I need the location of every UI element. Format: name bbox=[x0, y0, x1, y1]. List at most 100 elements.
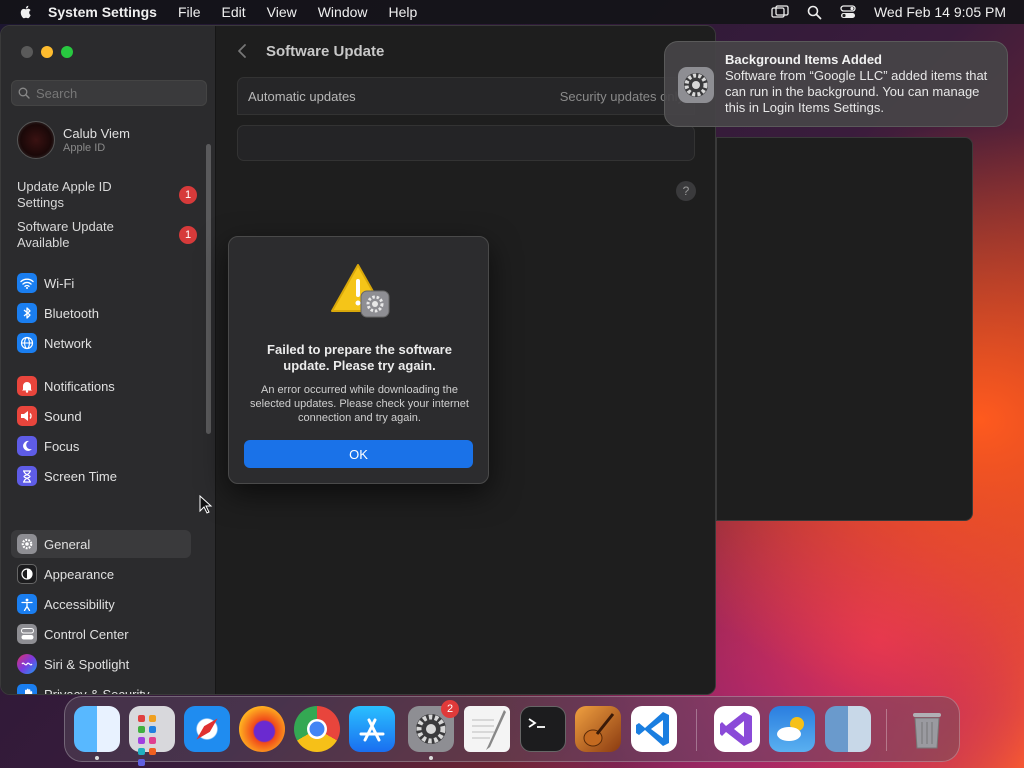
menu-help[interactable]: Help bbox=[389, 4, 418, 20]
dock-garageband-icon[interactable] bbox=[575, 706, 621, 752]
hourglass-icon bbox=[17, 466, 37, 486]
window-controls bbox=[21, 46, 73, 58]
gear-icon bbox=[17, 534, 37, 554]
menu-view[interactable]: View bbox=[267, 4, 297, 20]
spotlight-search-icon[interactable] bbox=[807, 5, 822, 20]
sidebar-item-label: General bbox=[44, 536, 91, 552]
dock-weather-icon[interactable] bbox=[769, 706, 815, 752]
dock-firefox-icon[interactable] bbox=[239, 706, 285, 752]
notification-badge: 1 bbox=[179, 226, 197, 244]
notice-label: Update Apple ID Settings bbox=[17, 179, 112, 210]
control-center-icon bbox=[17, 624, 37, 644]
sidebar-item-label: Sound bbox=[44, 408, 82, 424]
search-input[interactable] bbox=[36, 85, 196, 101]
sidebar-item-screen-time[interactable]: Screen Time bbox=[11, 462, 191, 490]
dock-app-store-icon[interactable] bbox=[349, 706, 395, 752]
system-settings-gear-icon bbox=[678, 67, 714, 103]
sidebar-item-label: Screen Time bbox=[44, 468, 117, 484]
warning-icon bbox=[331, 264, 390, 318]
sidebar-item-appearance[interactable]: Appearance bbox=[11, 560, 191, 588]
bluetooth-icon bbox=[17, 303, 37, 323]
avatar bbox=[17, 121, 55, 159]
dock-separator bbox=[696, 709, 697, 751]
sidebar-item-sound[interactable]: Sound bbox=[11, 402, 191, 430]
running-indicator bbox=[429, 756, 433, 760]
menu-app-name[interactable]: System Settings bbox=[48, 4, 157, 20]
dock-textedit-icon[interactable] bbox=[464, 706, 510, 752]
screen-mirroring-icon[interactable] bbox=[771, 5, 789, 19]
dock-vscode-icon[interactable] bbox=[631, 706, 677, 752]
alert-title: Failed to prepare the software update. P… bbox=[267, 342, 452, 373]
account-name: Calub Viem bbox=[63, 126, 130, 141]
dock-preview-icon[interactable] bbox=[825, 706, 871, 752]
notice-label: Software Update Available bbox=[17, 219, 114, 250]
back-chevron-icon[interactable] bbox=[237, 43, 247, 59]
sidebar-item-accessibility[interactable]: Accessibility bbox=[11, 590, 191, 618]
sidebar: Calub Viem Apple ID Update Apple ID Sett… bbox=[1, 26, 216, 694]
sidebar-search bbox=[11, 80, 207, 106]
help-button[interactable]: ? bbox=[676, 181, 696, 201]
control-center-icon[interactable] bbox=[840, 5, 856, 19]
dock-trash-icon[interactable] bbox=[904, 706, 950, 752]
sidebar-item-network[interactable]: Network bbox=[11, 329, 191, 357]
zoom-window-button[interactable] bbox=[61, 46, 73, 58]
update-status-box bbox=[237, 125, 695, 161]
automatic-updates-row[interactable]: Automatic updates Security updates only bbox=[237, 77, 695, 115]
menu-bar-clock[interactable]: Wed Feb 14 9:05 PM bbox=[874, 4, 1006, 20]
dock: 2 bbox=[64, 696, 960, 766]
sidebar-item-label: Focus bbox=[44, 438, 80, 454]
notice-software-update[interactable]: Software Update Available 1 bbox=[17, 219, 197, 251]
sidebar-item-label: Control Center bbox=[44, 626, 129, 642]
sidebar-item-focus[interactable]: Focus bbox=[11, 432, 191, 460]
sidebar-item-label: Accessibility bbox=[44, 596, 115, 612]
background-items-notification[interactable]: Background Items Added Software from “Go… bbox=[664, 41, 1008, 127]
search-icon bbox=[18, 87, 30, 99]
apple-id-account[interactable]: Calub Viem Apple ID bbox=[17, 121, 130, 159]
sidebar-item-label: Siri & Spotlight bbox=[44, 656, 130, 672]
sidebar-item-wifi[interactable]: Wi-Fi bbox=[11, 269, 191, 297]
menu-window[interactable]: Window bbox=[318, 4, 368, 20]
minimize-window-button[interactable] bbox=[41, 46, 53, 58]
accessibility-icon bbox=[17, 594, 37, 614]
dock-safari-icon[interactable] bbox=[184, 706, 230, 752]
notice-update-apple-id[interactable]: Update Apple ID Settings 1 bbox=[17, 179, 197, 211]
notification-title: Background Items Added bbox=[725, 52, 882, 67]
dock-visual-studio-icon[interactable] bbox=[714, 706, 760, 752]
alert-message: An error occurred while downloading the … bbox=[250, 384, 469, 424]
ok-button[interactable]: OK bbox=[244, 440, 473, 468]
hand-icon bbox=[17, 684, 37, 694]
running-indicator bbox=[95, 756, 99, 760]
notification-badge: 1 bbox=[179, 186, 197, 204]
dock-chrome-icon[interactable] bbox=[294, 706, 340, 752]
menu-edit[interactable]: Edit bbox=[222, 4, 246, 20]
sidebar-item-label: Appearance bbox=[44, 566, 115, 582]
menu-bar: System Settings File Edit View Window He… bbox=[0, 0, 1024, 24]
dock-separator bbox=[886, 709, 887, 751]
sidebar-item-label: Bluetooth bbox=[44, 305, 99, 321]
sidebar-item-label: Notifications bbox=[44, 378, 115, 394]
dock-terminal-icon[interactable] bbox=[520, 706, 566, 752]
apple-logo-icon[interactable] bbox=[18, 4, 34, 20]
dock-finder-icon[interactable] bbox=[74, 706, 120, 752]
sidebar-item-control-center[interactable]: Control Center bbox=[11, 620, 191, 648]
globe-icon bbox=[17, 333, 37, 353]
moon-icon bbox=[17, 436, 37, 456]
automatic-updates-label: Automatic updates bbox=[248, 88, 356, 104]
error-alert-dialog: Failed to prepare the software update. P… bbox=[228, 236, 489, 484]
notification-body: Software from “Google LLC” added items t… bbox=[725, 68, 988, 115]
sidebar-item-siri-spotlight[interactable]: Siri & Spotlight bbox=[11, 650, 191, 678]
menu-file[interactable]: File bbox=[178, 4, 201, 20]
close-window-button[interactable] bbox=[21, 46, 33, 58]
sidebar-item-bluetooth[interactable]: Bluetooth bbox=[11, 299, 191, 327]
background-window bbox=[716, 137, 973, 521]
speaker-icon bbox=[17, 406, 37, 426]
mouse-cursor-icon bbox=[199, 495, 213, 514]
sidebar-item-notifications[interactable]: Notifications bbox=[11, 372, 191, 400]
dock-notification-badge: 2 bbox=[441, 700, 459, 718]
dock-launchpad-icon[interactable] bbox=[129, 706, 175, 766]
sidebar-scrollbar[interactable] bbox=[206, 144, 211, 434]
account-subtitle: Apple ID bbox=[63, 142, 106, 154]
sidebar-item-privacy-security[interactable]: Privacy & Security bbox=[11, 680, 191, 694]
wifi-icon bbox=[17, 273, 37, 293]
sidebar-item-general[interactable]: General bbox=[11, 530, 191, 558]
